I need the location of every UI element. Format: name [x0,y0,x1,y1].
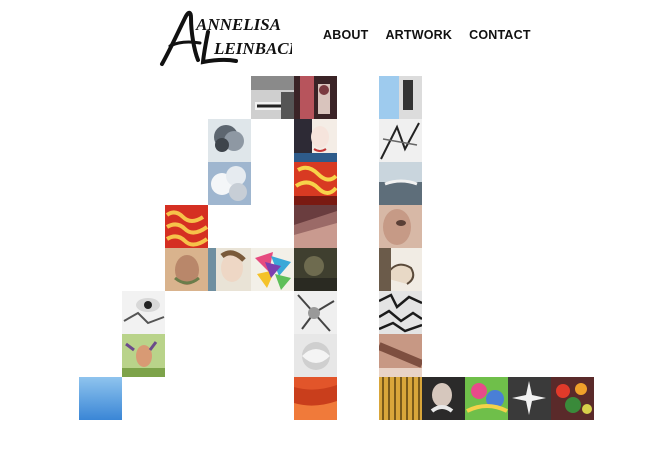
artwork-thumbnail[interactable] [208,119,251,162]
artwork-thumbnail[interactable] [165,205,208,248]
artwork-thumbnail[interactable] [294,119,337,162]
nav-artwork[interactable]: ARTWORK [385,28,452,42]
artwork-thumbnail[interactable] [294,205,337,248]
artwork-thumbnail[interactable] [251,76,294,119]
svg-text:LEINBACH: LEINBACH [213,39,292,58]
artwork-thumbnail[interactable] [379,334,422,377]
artwork-thumbnail[interactable] [294,162,337,205]
logo-signature-graphic: ANNELISA LEINBACH [160,10,292,66]
artwork-thumbnail[interactable] [251,248,294,291]
artwork-thumbnail[interactable] [379,248,422,291]
artwork-thumbnail[interactable] [208,248,251,291]
artwork-thumbnail[interactable] [294,76,337,119]
artwork-thumbnail[interactable] [294,377,337,420]
svg-text:ANNELISA: ANNELISA [195,15,281,34]
artwork-thumbnail[interactable] [379,119,422,162]
artwork-thumbnail[interactable] [551,377,594,420]
artwork-thumbnail[interactable] [294,291,337,334]
artwork-thumbnail[interactable] [379,291,422,334]
site-logo[interactable]: ANNELISA LEINBACH [156,6,292,68]
artwork-thumbnail[interactable] [379,377,422,420]
artwork-thumbnail[interactable] [122,291,165,334]
nav-about[interactable]: ABOUT [323,28,368,42]
artwork-thumbnail[interactable] [508,377,551,420]
nav-contact[interactable]: CONTACT [469,28,531,42]
artwork-thumbnail[interactable] [379,205,422,248]
artwork-thumbnail[interactable] [79,377,122,420]
artwork-thumbnail[interactable] [294,248,337,291]
artwork-thumbnail[interactable] [379,76,422,119]
artwork-thumbnail[interactable] [165,248,208,291]
artwork-thumbnail[interactable] [422,377,465,420]
artwork-thumbnail[interactable] [465,377,508,420]
artwork-thumbnail[interactable] [379,162,422,205]
main-nav: ABOUT ARTWORK CONTACT [323,28,531,42]
artwork-thumbnail[interactable] [122,334,165,377]
artwork-thumbnail[interactable] [294,334,337,377]
artwork-thumbnail[interactable] [208,162,251,205]
